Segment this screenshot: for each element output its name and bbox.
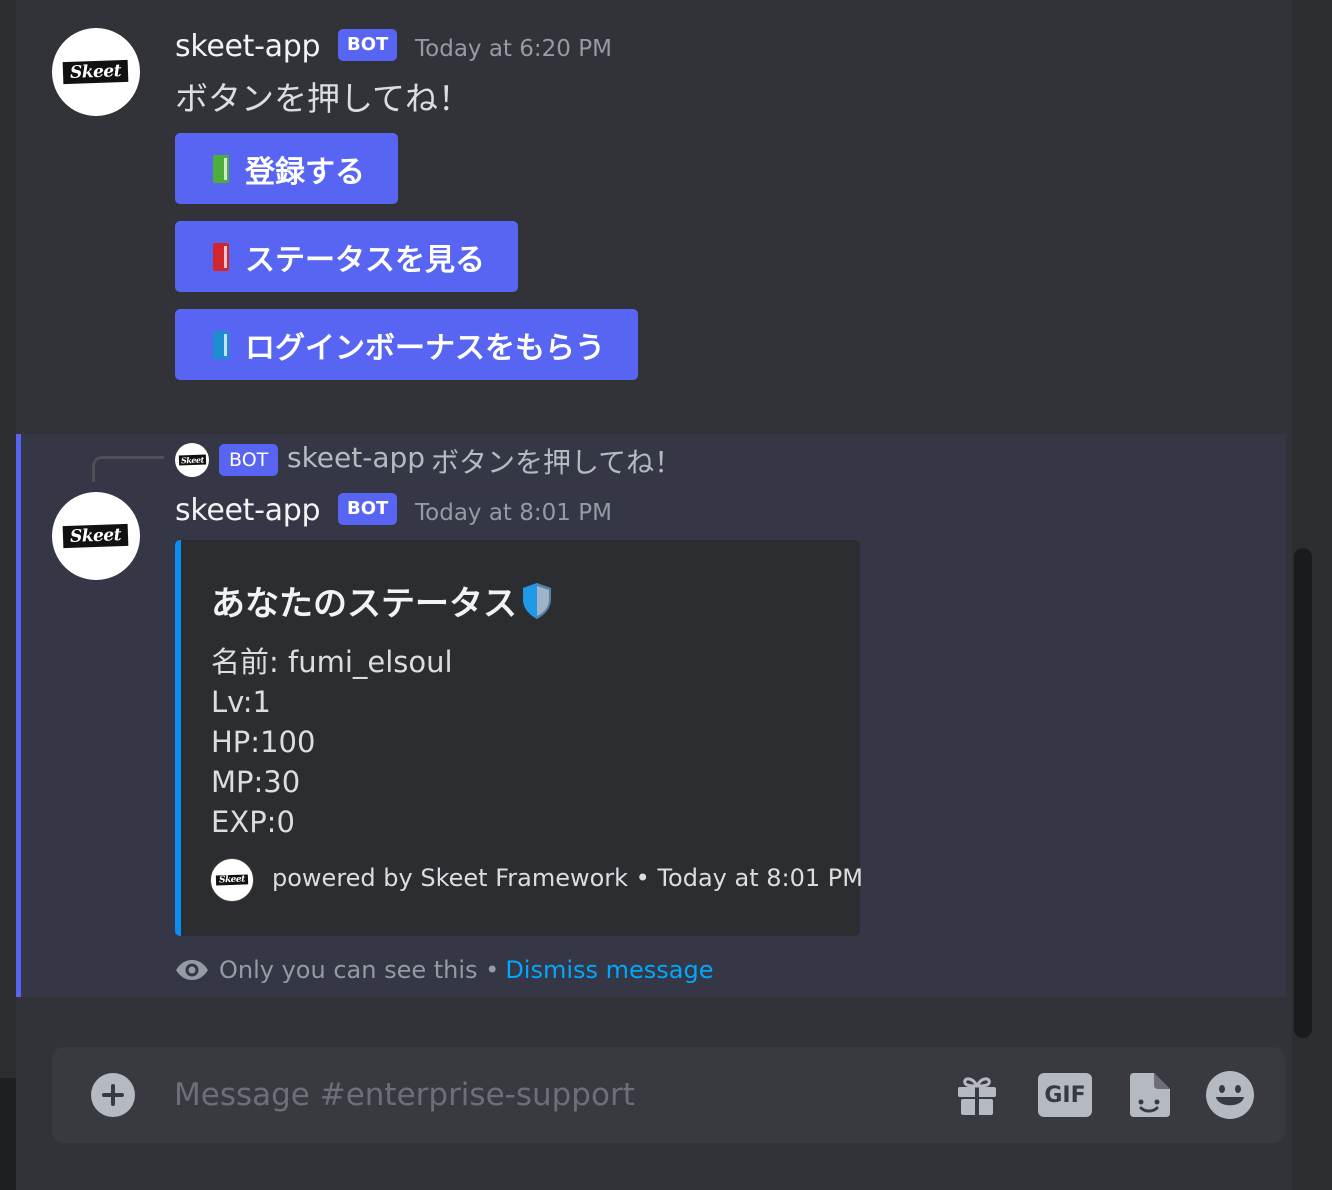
- register-button[interactable]: 登録する: [175, 133, 398, 204]
- red-book-icon: [213, 242, 229, 271]
- sticker-icon: [1130, 1073, 1170, 1117]
- message-username[interactable]: skeet-app: [175, 29, 321, 64]
- message-text: ボタンを押してね！: [175, 79, 472, 118]
- message-composer: GIF: [52, 1047, 1285, 1143]
- bot-avatar[interactable]: Skeet: [52, 492, 140, 580]
- status-name-line: 名前: fumi_elsoul: [211, 645, 453, 679]
- embed-title-text: あなたのステータス: [211, 584, 517, 624]
- reply-preview-text[interactable]: ボタンを押してね！: [431, 441, 682, 481]
- reply-username[interactable]: skeet-app: [287, 441, 425, 474]
- bot-avatar[interactable]: Skeet: [52, 28, 140, 116]
- reply-avatar[interactable]: Skeet: [175, 443, 209, 477]
- view-status-button-label: ステータスを見る: [245, 242, 485, 278]
- dismiss-message-link[interactable]: Dismiss message: [505, 956, 713, 984]
- skeet-logo: Skeet: [63, 523, 129, 549]
- bot-tag: BOT: [338, 29, 398, 61]
- status-embed: あなたのステータス 名前: fumi_elsoul Lv:1 HP:100 MP…: [175, 540, 863, 936]
- skeet-logo: Skeet: [215, 874, 249, 886]
- embed-footer-icon: Skeet: [210, 858, 254, 902]
- gift-button[interactable]: [952, 1070, 1002, 1120]
- embed-footer-text: powered by Skeet Framework • Today at 8:…: [272, 864, 863, 892]
- view-status-button[interactable]: ステータスを見る: [175, 221, 518, 292]
- eye-icon: [176, 960, 208, 980]
- emoji-smiley-icon: [1206, 1071, 1254, 1119]
- embed-description: 名前: fumi_elsoul Lv:1 HP:100 MP:30 EXP:0: [211, 642, 453, 842]
- message-username[interactable]: skeet-app: [175, 493, 321, 528]
- register-button-label: 登録する: [245, 154, 365, 190]
- login-bonus-button[interactable]: ログインボーナスをもらう: [175, 309, 638, 380]
- ephemeral-notice-text: Only you can see this •: [219, 956, 500, 984]
- user-panel-edge: [0, 1078, 16, 1190]
- status-hp-line: HP:100: [211, 725, 316, 759]
- skeet-logo: Skeet: [178, 454, 206, 466]
- channel-sidebar-edge: [0, 0, 16, 1190]
- ephemeral-notice: Only you can see this • Dismiss message: [175, 956, 714, 984]
- reply-bot-tag: BOT: [219, 444, 279, 476]
- attach-plus-icon[interactable]: [90, 1072, 136, 1118]
- scrollbar-thumb[interactable]: [1294, 548, 1312, 1038]
- status-mp-line: MP:30: [211, 765, 301, 799]
- message-timestamp: Today at 6:20 PM: [415, 36, 612, 62]
- status-level-line: Lv:1: [211, 685, 271, 719]
- gift-icon: [958, 1077, 996, 1115]
- status-exp-line: EXP:0: [211, 805, 295, 839]
- reply-connector: [92, 456, 164, 482]
- embed-title: あなたのステータス: [211, 576, 553, 625]
- gif-icon: GIF: [1038, 1073, 1092, 1117]
- green-book-icon: [213, 154, 229, 183]
- shield-icon: [523, 582, 551, 619]
- login-bonus-button-label: ログインボーナスをもらう: [245, 330, 605, 366]
- emoji-button[interactable]: [1204, 1070, 1256, 1120]
- blue-book-icon: [213, 330, 229, 359]
- message-input[interactable]: [174, 1071, 934, 1119]
- message-timestamp: Today at 8:01 PM: [415, 500, 612, 526]
- bot-tag: BOT: [338, 493, 398, 525]
- sticker-button[interactable]: [1124, 1070, 1174, 1120]
- highlight-bar: [16, 434, 21, 997]
- gif-button[interactable]: GIF: [1037, 1070, 1093, 1120]
- skeet-logo: Skeet: [63, 59, 129, 85]
